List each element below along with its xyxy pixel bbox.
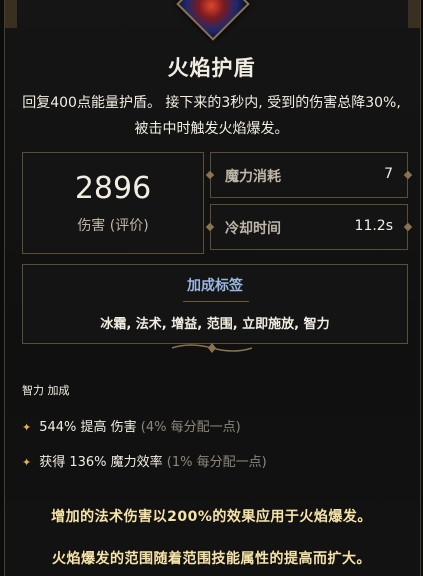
damage-box: 2896 伤害 (评价) [22,152,204,254]
effect-notice: 增加的法术伤害以200%的效果应用于火焰爆发。 [51,509,372,525]
bonus-main: 544% 提高 伤害 [39,420,137,435]
frame-corner-right [408,0,420,28]
sparkle-icon: ✦ [22,421,32,434]
stat-value: 11.2s [354,218,393,234]
damage-value: 2896 [74,171,152,206]
tags-box: 加成标签 冰霜, 法术, 增益, 范围, 立即施放, 智力 [22,264,408,344]
scroll-ornament-icon [171,343,253,353]
bonus-main: 获得 136% 魔力效率 [39,455,163,470]
tags-title: 加成标签 [187,278,243,294]
stat-label: 冷却时间 [225,221,281,237]
damage-label: 伤害 (评价) [77,218,149,234]
skill-description: 回复400点能量护盾。 接下来的3秒内, 受到的伤害总降30%, 被击中时触发火… [22,95,401,137]
attribute-bonus-row: ✦ 544% 提高 伤害 (4% 每分配一点) [22,416,241,435]
mana-cost-stat: 魔力消耗 7 [205,152,413,198]
effect-notice: 火焰爆发的范围随着范围技能属性的提高而扩大。 [52,551,371,567]
stat-label: 魔力消耗 [225,169,281,185]
tags-divider [183,301,249,302]
attribute-bonus-row: ✦ 获得 136% 魔力效率 (1% 每分配一点) [22,451,267,470]
stat-value: 7 [384,166,393,182]
bonus-note: (4% 每分配一点) [140,420,241,435]
tags-list: 冰霜, 法术, 增益, 范围, 立即施放, 智力 [100,317,330,332]
cooldown-stat: 冷却时间 11.2s [205,204,413,250]
bonus-note: (1% 每分配一点) [166,455,267,470]
frame-corner-left [5,0,17,28]
attribute-bonus-header: 智力 加成 [22,384,70,397]
skill-title: 火焰护盾 [167,56,256,80]
sparkle-icon: ✦ [22,456,32,469]
